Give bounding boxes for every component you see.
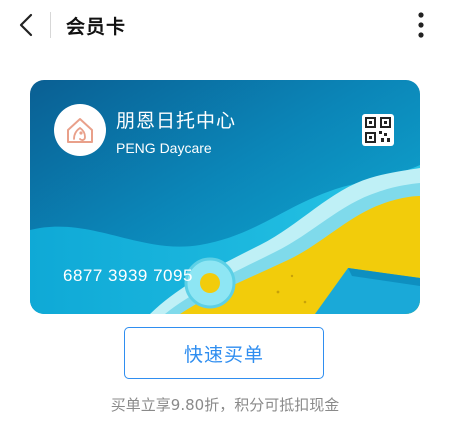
qr-code-graphic	[365, 117, 391, 143]
discount-info: 买单立享9.80折，积分可抵扣现金	[110, 396, 340, 414]
qr-code-icon[interactable]	[362, 114, 394, 146]
house-heart-icon	[67, 118, 93, 143]
chevron-left-icon	[19, 13, 33, 37]
header-divider	[50, 12, 51, 38]
page-title: 会员卡	[66, 16, 127, 38]
card-number: 6877 3939 7095	[63, 266, 193, 285]
back-button[interactable]	[12, 10, 40, 40]
quick-pay-button[interactable]: 快速买单	[124, 327, 324, 379]
more-vertical-icon	[418, 12, 424, 38]
more-button[interactable]	[412, 10, 430, 40]
merchant-name: 朋恩日托中心	[116, 110, 237, 132]
top-bar: 会员卡	[0, 0, 450, 52]
merchant-logo	[54, 104, 106, 156]
merchant-name-en: PENG Daycare	[116, 140, 212, 156]
membership-card[interactable]: 朋恩日托中心 PENG Daycare 6877 3939 7095	[30, 80, 420, 314]
